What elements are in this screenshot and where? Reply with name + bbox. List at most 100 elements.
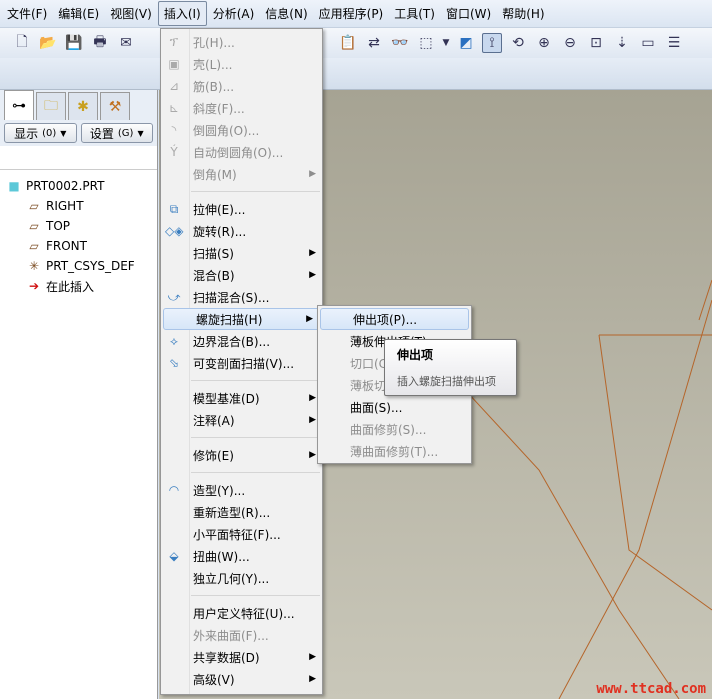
menu-item-blend[interactable]: 混合(B) ▶ xyxy=(161,264,322,286)
menu-item-revolve[interactable]: ◇◈ 旋转(R)... xyxy=(161,220,322,242)
menu-item-cosmetic[interactable]: 修饰(E) ▶ xyxy=(161,444,322,466)
menu-insert[interactable]: 插入(I) xyxy=(157,1,207,26)
spin-center-icon[interactable]: ⟟ xyxy=(482,33,502,53)
tree-item-part[interactable]: ■ PRT0002.PRT xyxy=(0,176,157,196)
submenu-item-protrusion[interactable]: 伸出项(P)... xyxy=(320,308,469,330)
auto-round-icon: Ý xyxy=(170,145,178,159)
menu-item-round[interactable]: ◝ 倒圆角(O)... xyxy=(161,119,322,141)
saved-views-icon[interactable]: ▭ xyxy=(638,33,658,53)
submenu-item-surface-trim[interactable]: 曲面修剪(S)... xyxy=(318,418,471,440)
reorient-icon[interactable]: ⇣ xyxy=(612,33,632,53)
menu-item-label: 混合(B) xyxy=(193,268,235,283)
show-dropdown[interactable]: 显示 (0) ▼ xyxy=(4,123,77,143)
menu-item-label: 模型基准(D) xyxy=(193,391,260,406)
model-tree-tab-icon[interactable]: ⊶ xyxy=(4,90,34,120)
tooltip: 伸出项 插入螺旋扫描伸出项 xyxy=(384,339,517,396)
menu-item-boundary-blend[interactable]: ⟡ 边界混合(B)... xyxy=(161,330,322,352)
tree-item-top[interactable]: ▱ TOP xyxy=(0,216,157,236)
open-folder-icon[interactable]: 📂 xyxy=(38,33,58,53)
favorites-tab-icon[interactable]: ✱ xyxy=(68,92,98,120)
zoom-in-icon[interactable]: ⊕ xyxy=(534,33,554,53)
show-key: (0) xyxy=(42,127,57,139)
menu-item-style[interactable]: ◠ 造型(Y)... xyxy=(161,479,322,501)
tree-item-csys[interactable]: ✳ PRT_CSYS_DEF xyxy=(0,256,157,276)
submenu-arrow-icon: ▶ xyxy=(309,169,316,179)
menu-separator xyxy=(191,380,320,381)
variable-section-sweep-icon: ⬂ xyxy=(168,356,180,370)
datum-plane-icon: ▱ xyxy=(29,219,39,233)
menu-item-independent-geometry[interactable]: 独立几何(Y)... xyxy=(161,567,322,589)
selection-box-icon[interactable]: ⬚ xyxy=(416,33,436,53)
tree-item-right[interactable]: ▱ RIGHT xyxy=(0,196,157,216)
dropdown-arrow-icon[interactable]: ▼ xyxy=(442,33,450,53)
refit-icon[interactable]: ⊡ xyxy=(586,33,606,53)
menu-info[interactable]: 信息(N) xyxy=(260,2,312,25)
rib-icon: ⊿ xyxy=(168,79,180,93)
submenu-arrow-icon: ▶ xyxy=(306,314,313,324)
submenu-arrow-icon: ▶ xyxy=(309,674,316,684)
save-icon[interactable]: 💾 xyxy=(64,33,84,53)
submenu-item-thin-surface-trim[interactable]: 薄曲面修剪(T)... xyxy=(318,440,471,462)
menu-item-warp[interactable]: ⬙ 扭曲(W)... xyxy=(161,545,322,567)
menu-item-draft[interactable]: ⊾ 斜度(F)... xyxy=(161,97,322,119)
connections-tab-icon[interactable]: ⚒ xyxy=(100,92,130,120)
toolbar: 🗋 📂 💾 🖶 ✉ 📋 ⇄ 👓 ⬚ ▼ ◩ ⟟ ⟲ ⊕ ⊖ ⊡ ⇣ ▭ ☰ xyxy=(0,28,712,58)
menu-item-label: 旋转(R)... xyxy=(193,224,247,239)
menu-separator xyxy=(191,472,320,473)
menu-separator xyxy=(191,437,320,438)
menu-item-restyle[interactable]: 重新造型(R)... xyxy=(161,501,322,523)
tooltip-description: 插入螺旋扫描伸出项 xyxy=(397,375,496,388)
menu-view[interactable]: 视图(V) xyxy=(105,2,157,25)
menu-edit[interactable]: 编辑(E) xyxy=(53,2,104,25)
menu-item-sweep[interactable]: 扫描(S) ▶ xyxy=(161,242,322,264)
boundary-blend-icon: ⟡ xyxy=(170,333,178,348)
menu-tools[interactable]: 工具(T) xyxy=(389,2,440,25)
menu-item-shell[interactable]: ▣ 壳(L)... xyxy=(161,53,322,75)
tree-item-front[interactable]: ▱ FRONT xyxy=(0,236,157,256)
menu-item-rib[interactable]: ⊿ 筋(B)... xyxy=(161,75,322,97)
menu-item-advanced[interactable]: 高级(V) ▶ xyxy=(161,668,322,690)
find-binoculars-icon[interactable]: 👓 xyxy=(390,33,410,53)
tree-filter-row xyxy=(0,146,157,170)
regenerate-icon[interactable]: ⇄ xyxy=(364,33,384,53)
menu-applications[interactable]: 应用程序(P) xyxy=(314,2,389,25)
datum-plane-icon: ▱ xyxy=(29,199,39,213)
menu-item-facet-feature[interactable]: 小平面特征(F)... xyxy=(161,523,322,545)
menu-item-chamfer[interactable]: 倒角(M) ▶ xyxy=(161,163,322,185)
paste-icon[interactable]: 📋 xyxy=(338,33,358,53)
menu-item-shared-data[interactable]: 共享数据(D) ▶ xyxy=(161,646,322,668)
zoom-out-icon[interactable]: ⊖ xyxy=(560,33,580,53)
menu-item-model-datum[interactable]: 模型基准(D) ▶ xyxy=(161,387,322,409)
print-icon[interactable]: 🖶 xyxy=(90,33,110,53)
menu-item-label: 倒角(M) xyxy=(193,167,237,182)
submenu-arrow-icon: ▶ xyxy=(309,393,316,403)
menu-item-label: 高级(V) xyxy=(193,672,235,687)
tree-item-insert-here[interactable]: ➔ 在此插入 xyxy=(0,276,157,296)
menu-item-annotation[interactable]: 注释(A) ▶ xyxy=(161,409,322,431)
menu-item-auto-round[interactable]: Ý 自动倒圆角(O)... xyxy=(161,141,322,163)
menu-file[interactable]: 文件(F) xyxy=(2,2,52,25)
menu-help[interactable]: 帮助(H) xyxy=(497,2,549,25)
menu-item-label: 注释(A) xyxy=(193,413,235,428)
menu-item-hole[interactable]: ፕ 孔(H)... xyxy=(161,31,322,53)
revolve-icon: ◇◈ xyxy=(165,224,184,238)
submenu-item-surface[interactable]: 曲面(S)... xyxy=(318,396,471,418)
layers-icon[interactable]: ☰ xyxy=(664,33,684,53)
tree-item-label: RIGHT xyxy=(46,199,84,213)
menu-item-label: 拉伸(E)... xyxy=(193,202,246,217)
send-mail-icon[interactable]: ✉ xyxy=(116,33,136,53)
repaint-icon[interactable]: ◩ xyxy=(456,33,476,53)
menu-item-foreign-surface[interactable]: 外来曲面(F)... xyxy=(161,624,322,646)
tree-item-label: PRT0002.PRT xyxy=(26,179,105,193)
menu-item-extrude[interactable]: ⧉ 拉伸(E)... xyxy=(161,198,322,220)
menu-analysis[interactable]: 分析(A) xyxy=(208,2,260,25)
orient-mode-icon[interactable]: ⟲ xyxy=(508,33,528,53)
settings-dropdown[interactable]: 设置 (G) ▼ xyxy=(80,123,153,143)
menu-window[interactable]: 窗口(W) xyxy=(441,2,496,25)
menu-item-variable-section-sweep[interactable]: ⬂ 可变剖面扫描(V)... xyxy=(161,352,322,374)
menu-item-swept-blend[interactable]: ⤻ 扫描混合(S)... xyxy=(161,286,322,308)
menu-item-helical-sweep[interactable]: 螺旋扫描(H) ▶ xyxy=(163,308,320,330)
folder-browser-tab-icon[interactable]: 🗀 xyxy=(36,92,66,120)
menu-item-udf[interactable]: 用户定义特征(U)... xyxy=(161,602,322,624)
new-file-icon[interactable]: 🗋 xyxy=(12,33,32,53)
